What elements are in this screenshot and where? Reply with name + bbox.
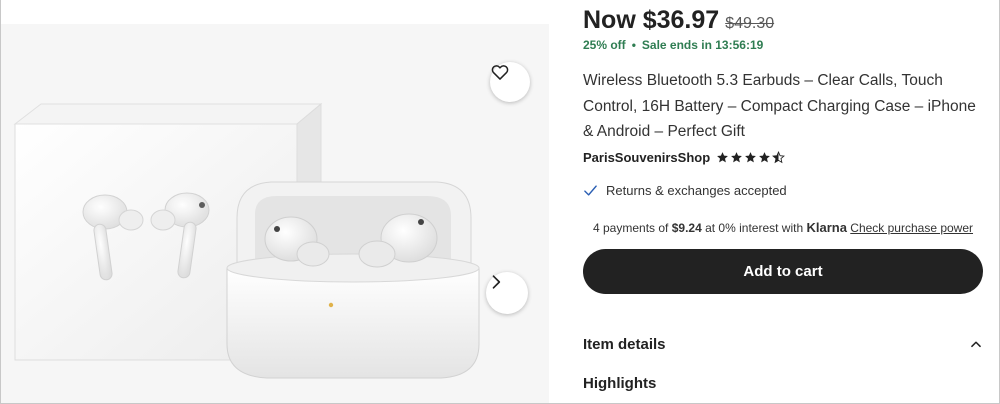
returns-row: Returns & exchanges accepted	[583, 183, 787, 198]
star-full-icon	[759, 152, 771, 163]
sale-info: 25% off • Sale ends in 13:56:19	[583, 38, 763, 52]
star-half-icon	[772, 151, 786, 164]
product-title: Wireless Bluetooth 5.3 Earbuds – Clear C…	[583, 72, 976, 140]
star-rating	[716, 151, 786, 164]
highlights-heading: Highlights	[583, 375, 657, 392]
klarna-prefix: 4 payments of	[593, 221, 672, 235]
klarna-middle: at 0% interest with	[701, 221, 807, 235]
star-full-icon	[717, 152, 729, 163]
add-to-cart-button[interactable]: Add to cart	[583, 249, 983, 294]
sale-countdown: Sale ends in 13:56:19	[641, 38, 764, 52]
product-image[interactable]	[1, 24, 549, 403]
check-purchase-power-link[interactable]: Check purchase power	[850, 221, 973, 235]
favorite-button[interactable]	[490, 62, 530, 102]
klarna-brand: Klarna	[806, 220, 847, 235]
discount-label: 25% off	[583, 38, 626, 52]
klarna-row: 4 payments of $9.24 at 0% interest with …	[593, 220, 973, 235]
shop-name-link[interactable]: ParisSouvenirsShop	[583, 150, 710, 165]
separator-dot: •	[631, 38, 636, 52]
next-image-button[interactable]	[486, 272, 528, 314]
check-icon	[583, 183, 598, 198]
star-full-icon	[745, 152, 757, 163]
item-details-label: Item details	[583, 335, 666, 353]
chevron-up-icon	[971, 341, 981, 348]
chevron-right-icon	[492, 275, 501, 289]
klarna-amount: $9.24	[671, 221, 702, 235]
returns-label: Returns & exchanges accepted	[606, 183, 787, 198]
star-full-icon	[731, 152, 743, 163]
item-details-toggle[interactable]: Item details	[583, 332, 983, 356]
earbuds-illustration	[13, 102, 480, 379]
original-price: $49.30	[725, 15, 775, 32]
price-row: Now $36.97 $49.30	[583, 6, 774, 35]
heart-icon	[491, 65, 509, 80]
current-price: Now $36.97	[583, 6, 720, 34]
shop-row: ParisSouvenirsShop	[583, 150, 786, 165]
